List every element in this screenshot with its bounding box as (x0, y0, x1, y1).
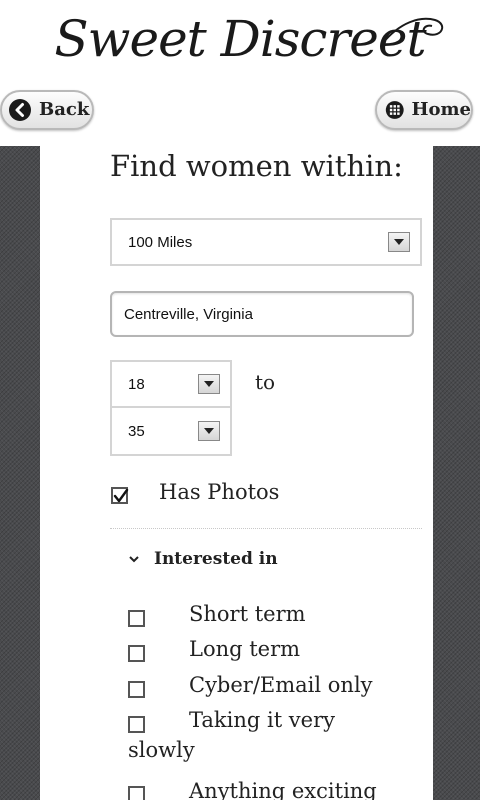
long-term-checkbox[interactable] (128, 645, 145, 662)
checkmark-icon (113, 488, 129, 503)
logo-swash-icon (381, 17, 444, 45)
age-range-to-label: to (255, 370, 276, 394)
short-term-label: Short term (189, 602, 306, 626)
age-min-value: 18 (128, 375, 145, 393)
home-label: Home (411, 99, 471, 120)
long-term-label: Long term (189, 637, 301, 661)
age-max-select[interactable]: 35 (110, 408, 232, 456)
dropdown-arrow-icon[interactable] (198, 421, 220, 441)
home-button[interactable]: Home (375, 90, 473, 130)
taking-slowly-label: Taking it very (189, 708, 336, 732)
taking-slowly-label-wrap: slowly (128, 738, 195, 762)
search-form: Find women within: 100 Miles Centreville… (40, 146, 433, 800)
back-label: Back (39, 99, 90, 120)
chevron-down-icon (129, 556, 139, 563)
left-texture-panel (0, 146, 40, 800)
has-photos-label: Has Photos (159, 480, 280, 504)
location-input[interactable]: Centreville, Virginia (110, 291, 414, 337)
dropdown-arrow-icon[interactable] (388, 232, 410, 252)
divider (110, 528, 422, 529)
interested-in-label: Interested in (154, 549, 278, 569)
right-texture-panel (433, 146, 480, 800)
cyber-email-label: Cyber/Email only (189, 673, 373, 697)
dropdown-arrow-icon[interactable] (198, 374, 220, 394)
short-term-checkbox[interactable] (128, 610, 145, 627)
has-photos-checkbox[interactable] (111, 487, 129, 504)
distance-value: 100 Miles (128, 233, 193, 251)
taking-slowly-checkbox[interactable] (128, 716, 145, 733)
back-arrow-icon (9, 99, 31, 121)
back-button[interactable]: Back (0, 90, 94, 130)
grid-globe-icon (385, 101, 404, 119)
age-max-value: 35 (128, 422, 145, 440)
anything-exciting-label: Anything exciting (189, 779, 377, 800)
anything-exciting-checkbox[interactable] (128, 786, 145, 800)
page-title: Find women within: (110, 149, 403, 183)
age-min-select[interactable]: 18 (110, 360, 232, 408)
cyber-email-checkbox[interactable] (128, 681, 145, 698)
interested-in-toggle[interactable]: Interested in (128, 549, 278, 569)
distance-select[interactable]: 100 Miles (110, 218, 422, 266)
app-header: Sweet Discreet Back Home (0, 0, 480, 146)
logo: Sweet Discreet (0, 0, 480, 80)
